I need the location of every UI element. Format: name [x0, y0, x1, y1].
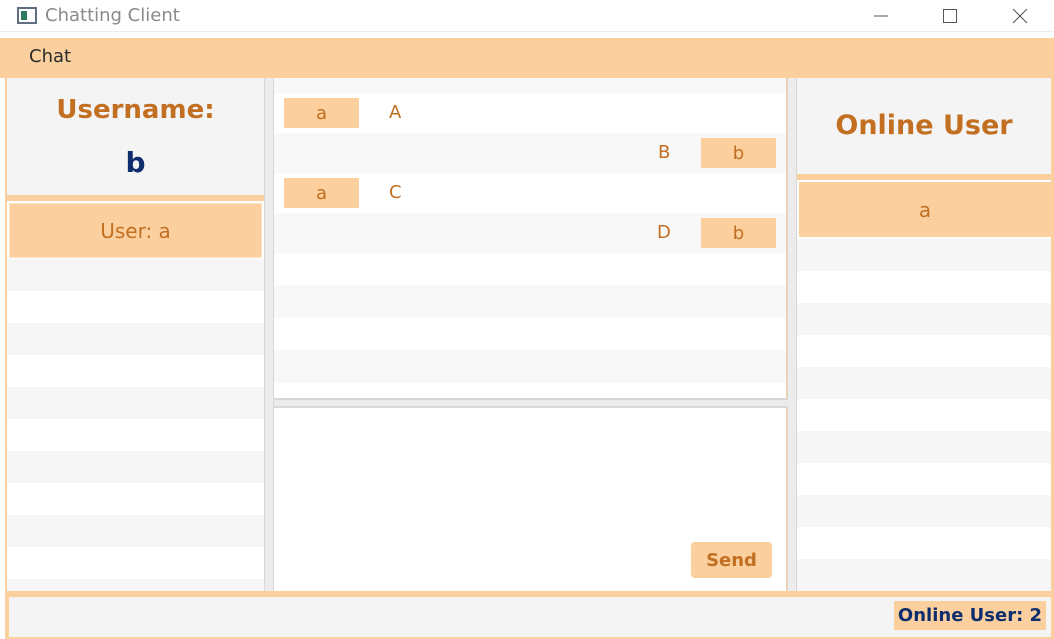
current-user-box: Username: b	[7, 78, 264, 195]
message-row: a A	[274, 93, 786, 133]
title-bar: Chatting Client	[0, 0, 1054, 32]
left-panel: Username: b User: a	[7, 78, 264, 591]
user-list[interactable]: User: a	[7, 201, 264, 591]
message-text: A	[389, 102, 402, 123]
online-count-badge: Online User: 2	[894, 601, 1046, 630]
close-button[interactable]	[997, 0, 1043, 32]
message-row: D b	[274, 213, 786, 253]
message-row: a C	[274, 173, 786, 213]
username-value: b	[125, 146, 146, 179]
right-panel: Online User a	[797, 78, 1051, 591]
minimize-button[interactable]	[858, 0, 904, 32]
menu-bar: Chat	[0, 38, 1054, 78]
close-icon	[1012, 8, 1028, 24]
minimize-icon	[874, 15, 888, 17]
sender-tag: a	[284, 98, 359, 128]
left-splitter[interactable]	[264, 78, 274, 591]
send-button[interactable]: Send	[691, 542, 772, 578]
online-header: Online User	[797, 78, 1051, 174]
sender-tag: b	[701, 138, 776, 168]
chat-splitter[interactable]	[274, 398, 788, 408]
username-label: Username:	[56, 95, 215, 125]
online-user-item[interactable]: a	[799, 182, 1051, 237]
maximize-button[interactable]	[927, 0, 973, 32]
online-title: Online User	[835, 110, 1013, 141]
message-text: C	[389, 182, 402, 203]
message-list[interactable]: a A B b a C D b	[274, 78, 786, 383]
sender-tag: a	[284, 178, 359, 208]
window-title: Chatting Client	[45, 5, 180, 26]
maximize-icon	[943, 9, 957, 23]
app-window: Chatting Client Chat Username: b User: a…	[0, 0, 1054, 639]
user-list-item[interactable]: User: a	[9, 203, 262, 258]
online-user-list[interactable]: a	[797, 180, 1051, 591]
menu-chat[interactable]: Chat	[29, 46, 71, 67]
message-row: B b	[274, 133, 786, 173]
app-icon	[17, 7, 37, 24]
message-text: B	[658, 142, 671, 163]
message-text: D	[657, 222, 671, 243]
right-splitter[interactable]	[787, 78, 797, 591]
sender-tag: b	[701, 218, 776, 248]
